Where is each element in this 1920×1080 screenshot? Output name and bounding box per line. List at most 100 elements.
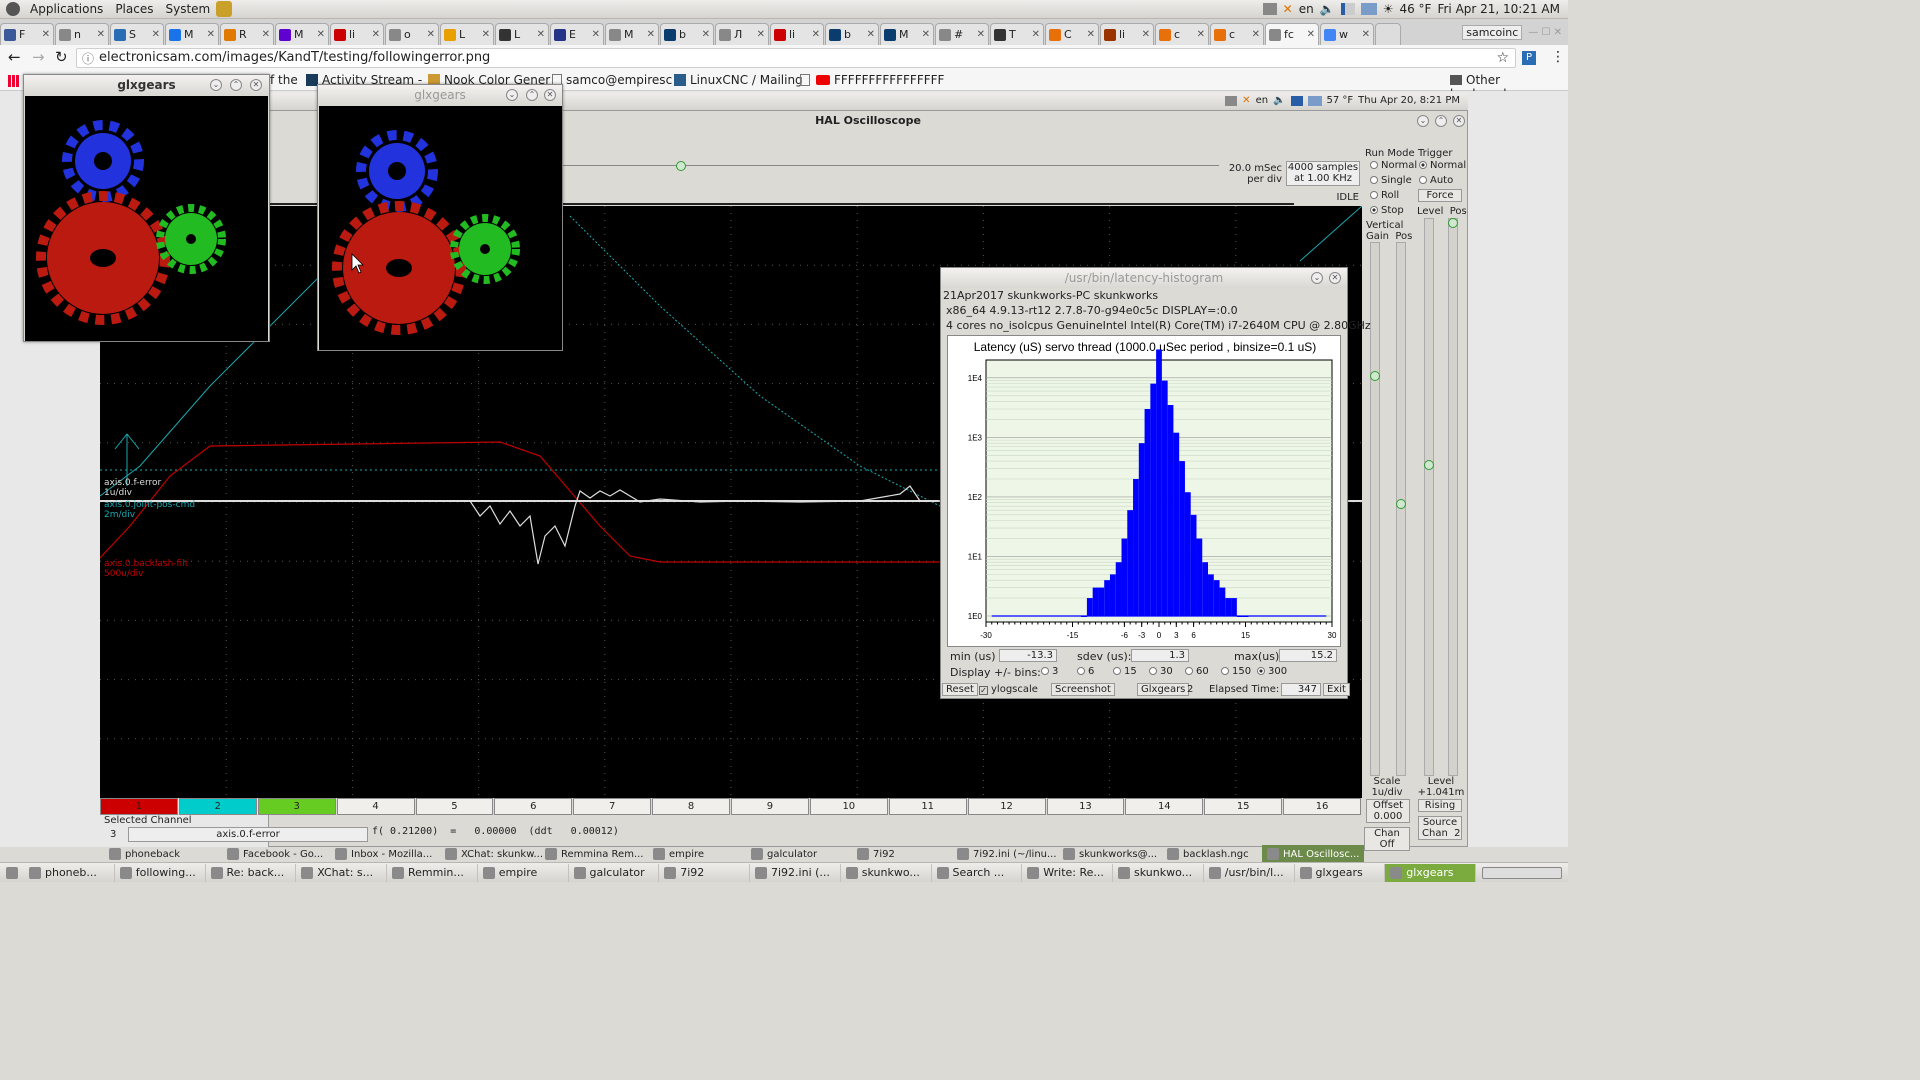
remote-task[interactable]: 7i92.ini (~/linu... [952,845,1062,863]
run-mode-option[interactable]: Stop [1370,205,1404,216]
apps-icon[interactable] [8,75,20,87]
browser-tab[interactable]: c ✕ [1210,23,1264,45]
browser-tab[interactable]: b ✕ [660,23,714,45]
extension-icon[interactable]: P [1522,51,1536,65]
window-controls[interactable]: — ☐ ✕ [1528,27,1562,38]
taskbar-item[interactable]: /usr/bin/l... [1204,863,1295,882]
remote-task[interactable]: XChat: skunkw... [440,845,548,863]
close-tab-icon[interactable]: ✕ [372,29,380,40]
bins-option[interactable]: 150 [1221,666,1251,677]
minimize-icon[interactable]: ⌄ [1417,115,1429,127]
bins-option[interactable]: 300 [1257,666,1287,677]
signal-icon[interactable] [1340,3,1355,15]
bookmark-item[interactable]: samco@empiresc [552,73,672,87]
horizontal-position-knob[interactable] [676,161,686,171]
browser-tab[interactable]: L ✕ [495,23,549,45]
channel-button[interactable]: 7 [573,798,652,815]
close-tab-icon[interactable]: ✕ [427,29,435,40]
channel-button[interactable]: 12 [967,798,1046,815]
close-tab-icon[interactable]: ✕ [702,29,710,40]
remote-task[interactable]: empire [648,845,709,863]
close-tab-icon[interactable]: ✕ [152,29,160,40]
browser-tab[interactable]: li ✕ [330,23,384,45]
close-icon[interactable]: ✕ [250,79,262,91]
minimize-icon[interactable]: ⌄ [506,89,518,101]
keyboard-locale[interactable]: en [1299,2,1314,16]
battery-icon[interactable] [1360,3,1377,15]
channel-button[interactable]: 15 [1204,798,1283,815]
channel-button[interactable]: 8 [652,798,730,815]
taskbar-item[interactable]: glxgears [1385,863,1476,882]
close-tab-icon[interactable]: ✕ [482,29,490,40]
menu-applications[interactable]: Applications [24,2,109,16]
taskbar-item[interactable]: Re: back... [206,863,297,882]
address-bar[interactable]: ⓘ electronicsam.com/images/KandT/testing… [76,48,1516,68]
browser-tab[interactable]: # ✕ [935,23,989,45]
close-icon[interactable]: ✕ [544,89,556,101]
taskbar-item[interactable]: following... [115,863,206,882]
taskbar-item[interactable]: XChat: s... [296,863,387,882]
browser-tab[interactable]: li ✕ [770,23,824,45]
close-x-tray-icon[interactable]: ✕ [1283,2,1293,16]
close-tab-icon[interactable]: ✕ [1252,29,1260,40]
glxgears-button[interactable]: Glxgears [1137,683,1190,696]
browser-tab[interactable]: li ✕ [1100,23,1154,45]
forward-icon[interactable]: → [32,48,45,66]
show-desktop-icon[interactable] [6,866,18,879]
maximize-icon[interactable]: ⌃ [230,79,242,91]
info-icon[interactable]: ⓘ [82,50,94,68]
screenshot-button[interactable]: Screenshot [1051,683,1115,696]
remote-task[interactable]: HAL Oscillosc... [1262,845,1365,863]
level-slider-knob[interactable] [1424,460,1434,470]
close-tab-icon[interactable]: ✕ [1197,29,1205,40]
profile-name[interactable]: samcoinc [1462,24,1523,40]
close-tab-icon[interactable]: ✕ [922,29,930,40]
channel-button[interactable]: 14 [1125,798,1204,815]
browser-tab[interactable]: Л ✕ [715,23,769,45]
ylogscale-checkbox[interactable]: ✓ ylogscale [979,684,1038,695]
browser-tab[interactable]: C ✕ [1045,23,1099,45]
channel-button[interactable]: 2 [178,798,257,815]
close-icon[interactable]: ✕ [1329,272,1341,284]
close-tab-icon[interactable]: ✕ [977,29,985,40]
channel-button[interactable]: 3 [257,798,336,815]
pos-slider-knob[interactable] [1396,499,1406,509]
remote-task[interactable]: galculator [746,845,822,863]
close-tab-icon[interactable]: ✕ [1032,29,1040,40]
remote-task[interactable]: Inbox - Mozilla... [330,845,437,863]
bins-option[interactable]: 60 [1185,666,1209,677]
remote-task[interactable]: Facebook - Go... [222,845,328,863]
browser-tab[interactable]: o ✕ [385,23,439,45]
minimize-icon[interactable]: ⌄ [210,79,222,91]
bookmark-item[interactable]: LinuxCNC / Mailing [674,73,803,87]
taskbar-item[interactable]: Write: Re... [1022,863,1113,882]
browser-tab[interactable]: E ✕ [550,23,604,45]
force-button[interactable]: Force [1418,189,1462,202]
weather-icon[interactable]: ☀ [1383,2,1394,16]
run-mode-option[interactable]: Normal [1370,160,1417,171]
menu-icon[interactable]: ⋮ [1551,49,1565,65]
new-tab-button[interactable] [1375,23,1401,45]
browser-tab[interactable]: F ✕ [0,23,54,45]
browser-tab[interactable]: M ✕ [275,23,329,45]
browser-tab[interactable]: M ✕ [165,23,219,45]
taskbar-item[interactable]: skunkwo... [841,863,932,882]
workspace-switcher-icon[interactable] [1482,866,1562,879]
channel-button[interactable]: 1 [100,798,178,815]
trigger-mode-option[interactable]: Auto [1419,175,1453,186]
remote-task[interactable]: skunkworks@... [1058,845,1162,863]
browser-tab[interactable]: b ✕ [825,23,879,45]
minimize-icon[interactable]: ⌄ [1311,272,1323,284]
close-tab-icon[interactable]: ✕ [42,29,50,40]
close-tab-icon[interactable]: ✕ [537,29,545,40]
bins-option[interactable]: 6 [1077,666,1094,677]
close-tab-icon[interactable]: ✕ [317,29,325,40]
browser-tab[interactable]: c ✕ [1155,23,1209,45]
browser-tab[interactable]: L ✕ [440,23,494,45]
channel-button[interactable]: 5 [415,798,494,815]
channel-button[interactable]: 16 [1283,798,1361,815]
bins-option[interactable]: 30 [1149,666,1173,677]
maximize-icon[interactable]: ⌃ [526,89,538,101]
source-button[interactable]: Source Chan 2 [1418,816,1462,840]
network-icon[interactable] [1262,3,1277,15]
